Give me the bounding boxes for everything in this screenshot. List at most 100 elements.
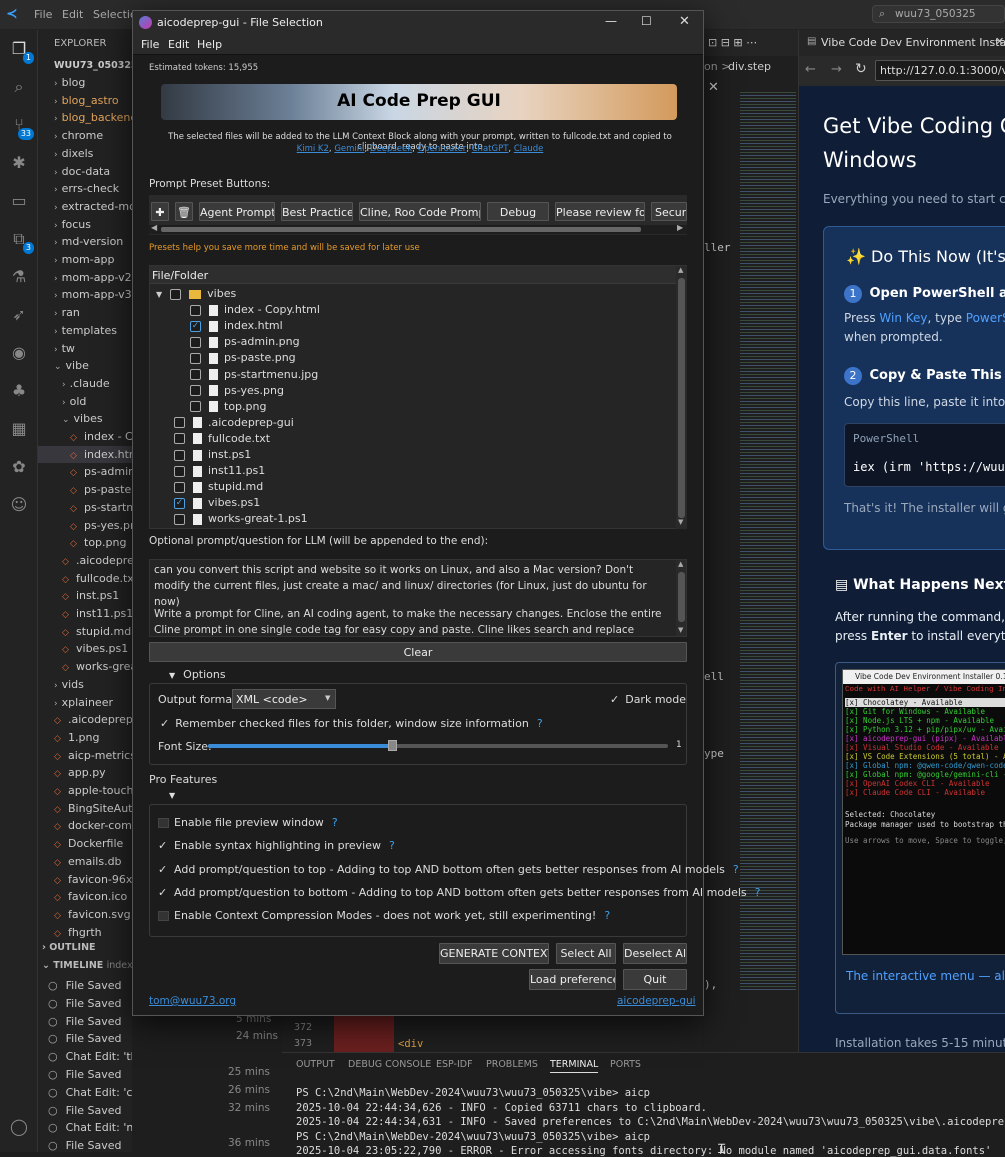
tree-file-row[interactable]: ps-paste.png (190, 350, 296, 366)
pro-feature-checkbox[interactable]: ✓Enable syntax highlighting in preview? (158, 839, 395, 852)
explorer-item[interactable]: ›errs-check (38, 180, 132, 197)
link-gemini[interactable]: Gemini (334, 144, 364, 154)
remember-checkbox[interactable]: ✓Remember checked files for this folder,… (160, 717, 543, 730)
explorer-item[interactable]: ›blog_astro (38, 92, 132, 109)
pro-feature-checkbox[interactable]: ✓Add prompt/question to bottom - Adding … (158, 886, 760, 899)
link-openrouter[interactable]: Openrouter (418, 144, 467, 154)
tree-file-row[interactable]: inst.ps1 (174, 447, 251, 463)
explorer-item[interactable]: ◇index.html (38, 446, 132, 463)
deselect-all-button[interactable]: Deselect All (623, 943, 687, 964)
link-kimi[interactable]: Kimi K2 (297, 144, 329, 154)
explorer-item[interactable]: ◇app.py (38, 764, 132, 781)
dialog-menu-help[interactable]: Help (197, 38, 222, 51)
explorer-item[interactable]: ›blog_backend (38, 109, 132, 126)
explorer-item[interactable]: ◇favicon.ico (38, 888, 132, 905)
dialog-menu-file[interactable]: File (141, 38, 159, 51)
explorer-item[interactable]: ◇vibes.ps1 (38, 640, 132, 657)
explorer-item[interactable]: ›dixels (38, 145, 132, 162)
explorer-item[interactable]: ›ran (38, 304, 132, 321)
timeline-item[interactable]: ○File Saved (48, 1137, 122, 1152)
preset-agent-prompt[interactable]: Agent Prompt (199, 202, 275, 221)
output-format-select[interactable]: XML <code> ▼ (232, 689, 336, 709)
file-checkbox[interactable]: ✓ (174, 498, 185, 509)
file-checkbox[interactable] (190, 369, 201, 380)
outline-section[interactable]: › OUTLINE (42, 942, 96, 953)
explorer-item[interactable]: ›tw (38, 340, 132, 357)
explorer-item[interactable]: ⌄vibe (38, 357, 132, 374)
explorer-item[interactable]: ◇favicon-96x96 (38, 871, 132, 888)
maximize-icon[interactable]: ☐ (641, 14, 652, 28)
timeline-item[interactable]: ○Chat Edit: 'can you add somethin... (48, 1084, 132, 1101)
openai-icon[interactable]: ✿ (8, 456, 30, 478)
options-toggle[interactable]: ▼Options (169, 668, 226, 681)
preset-best-practices[interactable]: Best Practices (281, 202, 353, 221)
database-icon[interactable]: ▦ (8, 418, 30, 440)
timeline-item[interactable]: ○File Saved (48, 1066, 122, 1083)
chevron-down-icon[interactable]: ▼ (169, 791, 175, 800)
scroll-up-icon[interactable]: ▲ (678, 560, 683, 568)
account-icon[interactable]: ◯ (8, 1116, 30, 1138)
link-claude[interactable]: Claude (514, 144, 544, 154)
explorer-item[interactable]: ◇ps-yes.png (38, 517, 132, 534)
panel-tab[interactable]: DEBUG CONSOLE (348, 1059, 431, 1070)
timeline-item[interactable]: ○File Saved (48, 977, 122, 994)
file-checkbox[interactable] (190, 305, 201, 316)
tree-file-row[interactable]: ✓index.html (190, 318, 283, 334)
scroll-right-icon[interactable]: ▶ (677, 223, 683, 232)
explorer-item[interactable]: ◇fhgrth (38, 924, 132, 941)
menu-file[interactable]: File (34, 8, 52, 21)
clear-button[interactable]: Clear (149, 642, 687, 662)
explorer-item[interactable]: ◇favicon.svg (38, 906, 132, 923)
file-checkbox[interactable] (174, 466, 185, 477)
chevron-down-icon[interactable]: ▼ (156, 290, 162, 299)
font-size-slider[interactable] (208, 744, 668, 748)
preset-please-review[interactable]: Please review for (555, 202, 645, 221)
url-input[interactable]: http://127.0.0.1:3000/vibe/ (875, 60, 1005, 81)
explorer-item[interactable]: ◇apple-touch-ic (38, 782, 132, 799)
timeline-item[interactable]: ○File Saved (48, 995, 122, 1012)
close-icon[interactable]: ✕ (708, 80, 719, 95)
split-editor-icon[interactable]: ⊡ ⊟ ⊞ ⋯ (708, 36, 757, 49)
explorer-item[interactable]: ◇top.png (38, 534, 132, 551)
slider-handle[interactable] (388, 740, 397, 751)
project-link[interactable]: aicodeprep-gui (617, 995, 696, 1007)
panel-tab[interactable]: OUTPUT (296, 1059, 335, 1070)
explorer-item[interactable]: ›xplaineer (38, 694, 132, 711)
pro-feature-checkbox[interactable]: ✓Add prompt/question to top - Adding to … (158, 863, 739, 876)
delete-preset-button[interactable]: 🗑 (175, 202, 193, 221)
help-icon[interactable]: ? (604, 909, 610, 922)
explorer-item[interactable]: ›mom-app-v3 (38, 286, 132, 303)
reload-icon[interactable]: ↻ (855, 61, 867, 77)
tree-file-row[interactable]: top.png (190, 399, 266, 415)
explorer-item[interactable]: ›vids (38, 676, 132, 693)
quit-button[interactable]: Quit (623, 969, 687, 990)
add-preset-button[interactable]: ✚ (151, 202, 169, 221)
timeline-item[interactable]: ○File Saved (48, 1030, 122, 1047)
file-checkbox[interactable] (190, 337, 201, 348)
panel-tab[interactable]: PROBLEMS (486, 1059, 538, 1070)
debug-icon[interactable]: ✱ (8, 152, 30, 174)
explorer-item[interactable]: ›.claude (38, 375, 132, 392)
minimap[interactable] (740, 90, 796, 990)
file-checkbox[interactable] (190, 401, 201, 412)
panel-tab[interactable]: ESP-IDF (436, 1059, 473, 1070)
dialog-menu-edit[interactable]: Edit (168, 38, 189, 51)
tree-file-row[interactable]: works-great-1.ps1 (174, 511, 308, 527)
file-checkbox[interactable] (170, 289, 181, 300)
explorer-item[interactable]: ›chrome (38, 127, 132, 144)
scroll-thumb[interactable] (678, 572, 685, 622)
testing-icon[interactable]: ⚗ (8, 266, 30, 288)
tree-scrollbar[interactable]: ▲ ▼ (676, 266, 687, 529)
explorer-item[interactable]: ›mom-app (38, 251, 132, 268)
explorer-item[interactable]: ◇1.png (38, 729, 132, 746)
search-icon[interactable]: ⌕ (8, 76, 30, 98)
source-control-icon[interactable]: ⑂33 (8, 114, 30, 136)
pro-feature-checkbox[interactable]: Enable file preview window? (158, 816, 338, 829)
esp-idf-icon[interactable]: ◉ (8, 342, 30, 364)
file-checkbox[interactable] (174, 417, 185, 428)
forward-icon[interactable]: → (831, 62, 842, 77)
powershell-code-block[interactable]: PowerShell iex (irm 'https://wuu7 (844, 423, 1005, 487)
explorer-item[interactable]: ◇BingSiteAuth.x (38, 800, 132, 817)
scroll-down-icon[interactable]: ▼ (678, 626, 683, 634)
file-checkbox[interactable] (190, 385, 201, 396)
